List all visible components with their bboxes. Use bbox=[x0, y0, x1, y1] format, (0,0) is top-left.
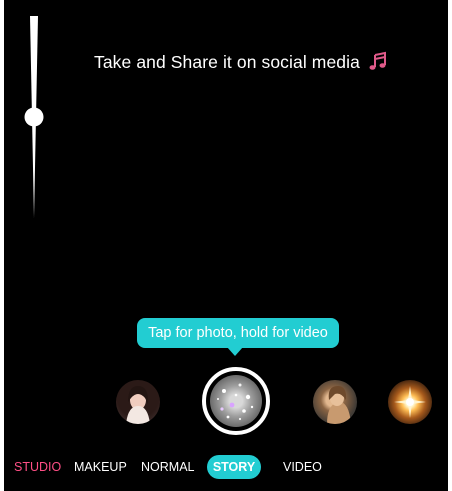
music-note-icon bbox=[369, 51, 386, 70]
capture-tooltip: Tap for photo, hold for video bbox=[137, 318, 339, 348]
mode-normal[interactable]: NORMAL bbox=[141, 455, 194, 479]
mode-video[interactable]: VIDEO bbox=[283, 455, 322, 479]
mode-story[interactable]: STORY bbox=[207, 455, 261, 479]
shutter-button[interactable] bbox=[202, 367, 270, 435]
tooltip-arrow bbox=[227, 347, 243, 356]
headline: Take and Share it on social media bbox=[94, 50, 388, 74]
camera-screen: Take and Share it on social media Tap fo… bbox=[4, 0, 448, 491]
slider-handle[interactable] bbox=[24, 107, 44, 127]
glitter-filter-thumb bbox=[210, 375, 262, 427]
mode-studio[interactable]: STUDIO bbox=[14, 455, 61, 479]
portrait-filter-thumb-2[interactable] bbox=[313, 380, 357, 424]
portrait-filter-thumb[interactable] bbox=[116, 380, 160, 424]
mode-makeup[interactable]: MAKEUP bbox=[74, 455, 127, 479]
mode-selector: STUDIO MAKEUP NORMAL STORY VIDEO bbox=[4, 455, 448, 479]
headline-text: Take and Share it on social media bbox=[94, 51, 360, 72]
sparkle-filter-thumb[interactable] bbox=[388, 380, 432, 424]
zoom-slider[interactable] bbox=[22, 16, 46, 218]
